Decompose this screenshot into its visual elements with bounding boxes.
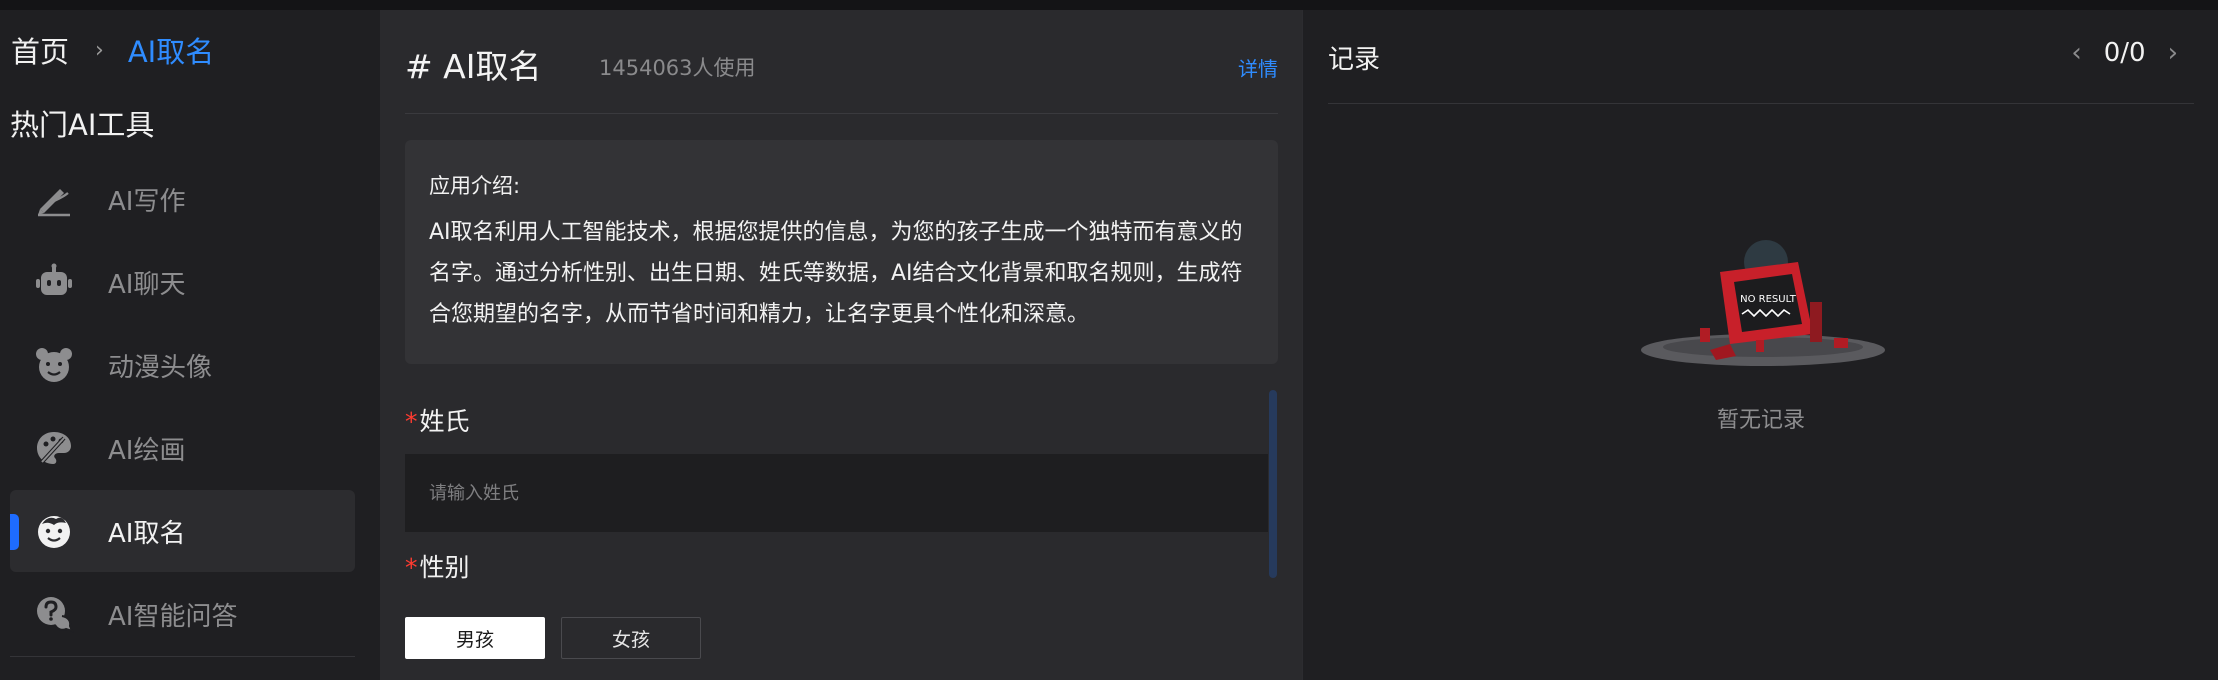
- records-divider: [1328, 103, 2194, 104]
- sidebar-item-ai-naming[interactable]: AI取名: [10, 490, 355, 572]
- gender-label-text: 性别: [419, 553, 470, 582]
- sidebar-item-ai-qa[interactable]: AI智能问答: [10, 573, 355, 655]
- sidebar-item-label: AI写作: [108, 186, 186, 217]
- no-result-illustration: NO RESULT: [1641, 240, 1885, 366]
- sidebar-item-ai-chat[interactable]: AI聊天: [10, 241, 355, 323]
- sidebar: 首页 › AI取名 热门AI工具 AI写作 AI聊天 动漫头像 AI绘画 AI取…: [0, 10, 380, 680]
- chevron-right-icon[interactable]: ›: [2168, 38, 2178, 68]
- records-title: 记录: [1328, 45, 1381, 75]
- records-pager: ‹ 0/0 ›: [2071, 38, 2178, 68]
- gender-girl-button[interactable]: 女孩: [561, 617, 701, 659]
- palette-icon: [37, 432, 71, 464]
- app-header: # AI取名 1454063人使用 详情: [405, 10, 1278, 114]
- surname-label: *姓氏: [405, 402, 470, 438]
- question-bubble-icon: [37, 597, 74, 633]
- usage-count: 1454063人使用: [599, 56, 756, 80]
- surname-input[interactable]: [405, 454, 1268, 532]
- window-top-bar: [0, 0, 2218, 10]
- page-title: # AI取名: [405, 47, 542, 86]
- app-intro: 应用介绍: AI取名利用人工智能技术，根据您提供的信息，为您的孩子生成一个独特而…: [405, 140, 1278, 364]
- pen-icon: [38, 189, 70, 217]
- sidebar-item-label: AI聊天: [108, 269, 186, 300]
- sidebar-item-ai-painting[interactable]: AI绘画: [10, 407, 355, 489]
- intro-title: 应用介绍:: [429, 174, 521, 198]
- required-mark: *: [405, 553, 418, 582]
- robot-icon: [36, 263, 72, 295]
- sidebar-item-label: 动漫头像: [108, 352, 213, 383]
- breadcrumb-home-link[interactable]: 首页: [11, 29, 69, 71]
- form-scrollbar[interactable]: [1269, 390, 1277, 578]
- records-panel: 记录 ‹ 0/0 › NO RESULT 暂无记录: [1302, 10, 2218, 680]
- records-count: 0/0: [2103, 38, 2146, 68]
- breadcrumb-current: AI取名: [127, 35, 215, 69]
- tool-nav: AI写作 AI聊天 动漫头像 AI绘画 AI取名 AI智能问答: [10, 158, 355, 656]
- sidebar-item-anime-avatar[interactable]: 动漫头像: [10, 324, 355, 406]
- no-result-text: NO RESULT: [1740, 294, 1797, 305]
- bear-icon: [36, 348, 72, 382]
- empty-records-text: 暂无记录: [1716, 408, 1805, 433]
- sidebar-item-label: AI智能问答: [108, 601, 238, 632]
- sidebar-divider: [10, 656, 355, 657]
- chevron-right-icon: ›: [95, 37, 104, 63]
- details-link[interactable]: 详情: [1238, 53, 1278, 82]
- intro-text: AI取名利用人工智能技术，根据您提供的信息，为您的孩子生成一个独特而有意义的名字…: [429, 220, 1243, 327]
- required-mark: *: [405, 407, 418, 436]
- gender-label: *性别: [405, 548, 470, 584]
- breadcrumb: 首页 › AI取名: [11, 28, 214, 72]
- section-title: 热门AI工具: [10, 108, 155, 142]
- chevron-left-icon[interactable]: ‹: [2071, 38, 2081, 68]
- surname-label-text: 姓氏: [419, 407, 470, 436]
- sidebar-item-label: AI绘画: [108, 435, 186, 466]
- baby-face-icon: [38, 516, 70, 548]
- gender-boy-button[interactable]: 男孩: [405, 617, 545, 659]
- sidebar-item-ai-writing[interactable]: AI写作: [10, 158, 355, 240]
- main-panel: # AI取名 1454063人使用 详情 应用介绍: AI取名利用人工智能技术，…: [380, 10, 1302, 680]
- sidebar-item-label: AI取名: [108, 518, 186, 549]
